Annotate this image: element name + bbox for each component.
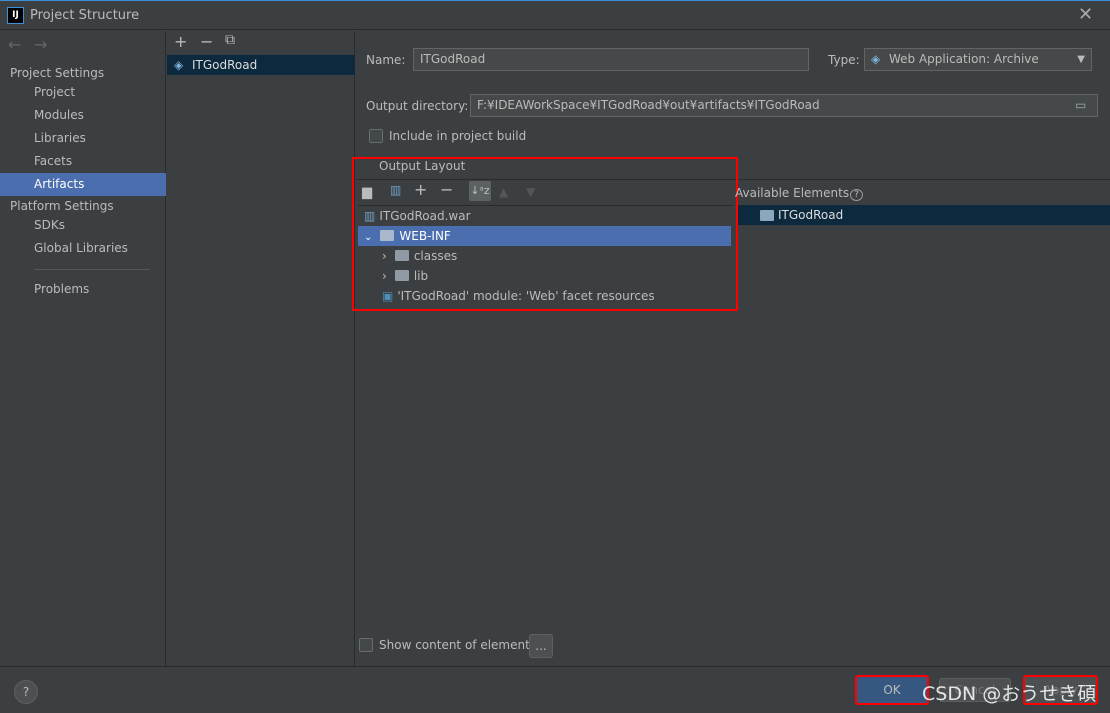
sidebar-item-libraries[interactable]: Libraries [0, 127, 166, 150]
move-down-icon[interactable]: ▼ [526, 185, 535, 199]
tree-item-facet-resources[interactable]: ▣ 'ITGodRoad' module: 'Web' facet resourc… [358, 286, 731, 306]
watermark: CSDN @おうせき碩 [922, 683, 1097, 705]
name-label: Name: [366, 53, 406, 67]
sidebar-item-global-libraries[interactable]: Global Libraries [0, 237, 166, 260]
folder-icon [394, 250, 409, 261]
archive-icon[interactable]: ▥ [390, 183, 401, 197]
close-icon[interactable]: ✕ [1078, 4, 1093, 25]
folder-icon [394, 270, 409, 281]
intellij-logo: IJ [7, 7, 24, 24]
include-in-build-label: Include in project build [389, 129, 527, 143]
window-title: Project Structure [30, 8, 140, 23]
web-artifact-icon: ◈ [871, 52, 881, 66]
web-artifact-icon: ◈ [174, 58, 184, 72]
back-arrow-icon[interactable]: ← [8, 35, 21, 54]
remove-icon[interactable]: − [440, 180, 453, 199]
sidebar-item-facets[interactable]: Facets [0, 150, 166, 173]
include-in-build-checkbox[interactable] [369, 129, 383, 143]
folder-icon [380, 230, 395, 241]
platform-settings-header: Platform Settings [10, 199, 114, 213]
module-folder-icon [760, 210, 774, 221]
output-directory-input[interactable]: F:¥IDEAWorkSpace¥ITGodRoad¥out¥artifacts… [470, 94, 1098, 117]
chevron-right-icon: › [382, 269, 387, 283]
button-bar: ? OK Cancel Apply CSDN @おうせき碩 [0, 666, 1110, 713]
forward-arrow-icon[interactable]: → [34, 35, 47, 54]
available-elements-label: Available Elements? [735, 186, 863, 201]
add-copy-of-icon[interactable]: + [414, 180, 427, 199]
help-icon[interactable]: ? [850, 189, 863, 201]
artifact-list: + − ⧉ ◈ ITGodRoad [167, 31, 355, 666]
remove-icon[interactable]: − [200, 32, 213, 51]
sidebar: ← → Project Settings Project Modules Lib… [0, 31, 166, 666]
tree-item-classes[interactable]: › classes [358, 246, 731, 266]
chevron-down-icon: ⌄ [364, 232, 373, 243]
copy-icon[interactable]: ⧉ [225, 32, 235, 48]
tree-item-lib[interactable]: › lib [358, 266, 731, 286]
show-content-label: Show content of elements [379, 638, 537, 652]
help-button[interactable]: ? [14, 680, 38, 704]
sidebar-item-modules[interactable]: Modules [0, 104, 166, 127]
available-item[interactable]: ITGodRoad [738, 205, 1110, 225]
show-content-checkbox[interactable] [359, 638, 373, 652]
sidebar-item-problems[interactable]: Problems [0, 278, 166, 301]
sidebar-item-project[interactable]: Project [0, 81, 166, 104]
type-select[interactable]: ◈ Web Application: Archive ▼ [864, 48, 1092, 71]
move-up-icon[interactable]: ▲ [499, 185, 508, 199]
project-settings-header: Project Settings [10, 66, 105, 80]
chevron-down-icon: ▼ [1077, 54, 1085, 65]
sidebar-item-artifacts[interactable]: Artifacts [0, 173, 166, 196]
create-directory-icon[interactable]: ▆ [362, 185, 372, 200]
web-facet-icon: ▣ [382, 289, 394, 303]
output-directory-label: Output directory: [366, 99, 469, 113]
artifact-item[interactable]: ◈ ITGodRoad [167, 55, 355, 75]
sidebar-item-sdks[interactable]: SDKs [0, 214, 166, 237]
sort-alphabetically-icon[interactable]: ↓ᵃz [469, 181, 491, 201]
output-layout-panel: ▆ ▥ + − ↓ᵃz ▲ ▼ ▥ ITGodRoad.war ⌄ WEB-INF … [352, 157, 738, 311]
title-bar: IJ Project Structure ✕ [0, 0, 1110, 30]
name-input[interactable]: ITGodRoad [413, 48, 809, 71]
chevron-right-icon: › [382, 249, 387, 263]
archive-icon: ▥ [364, 209, 376, 223]
more-button[interactable]: ... [529, 634, 553, 658]
add-icon[interactable]: + [174, 32, 187, 51]
divider [34, 269, 150, 270]
tree-item-war[interactable]: ▥ ITGodRoad.war [358, 206, 731, 226]
type-label: Type: [828, 53, 860, 67]
ok-button[interactable]: OK [855, 675, 929, 705]
folder-open-icon[interactable]: ▭ [1075, 98, 1086, 112]
tree-item-web-inf[interactable]: ⌄ WEB-INF [358, 226, 731, 246]
